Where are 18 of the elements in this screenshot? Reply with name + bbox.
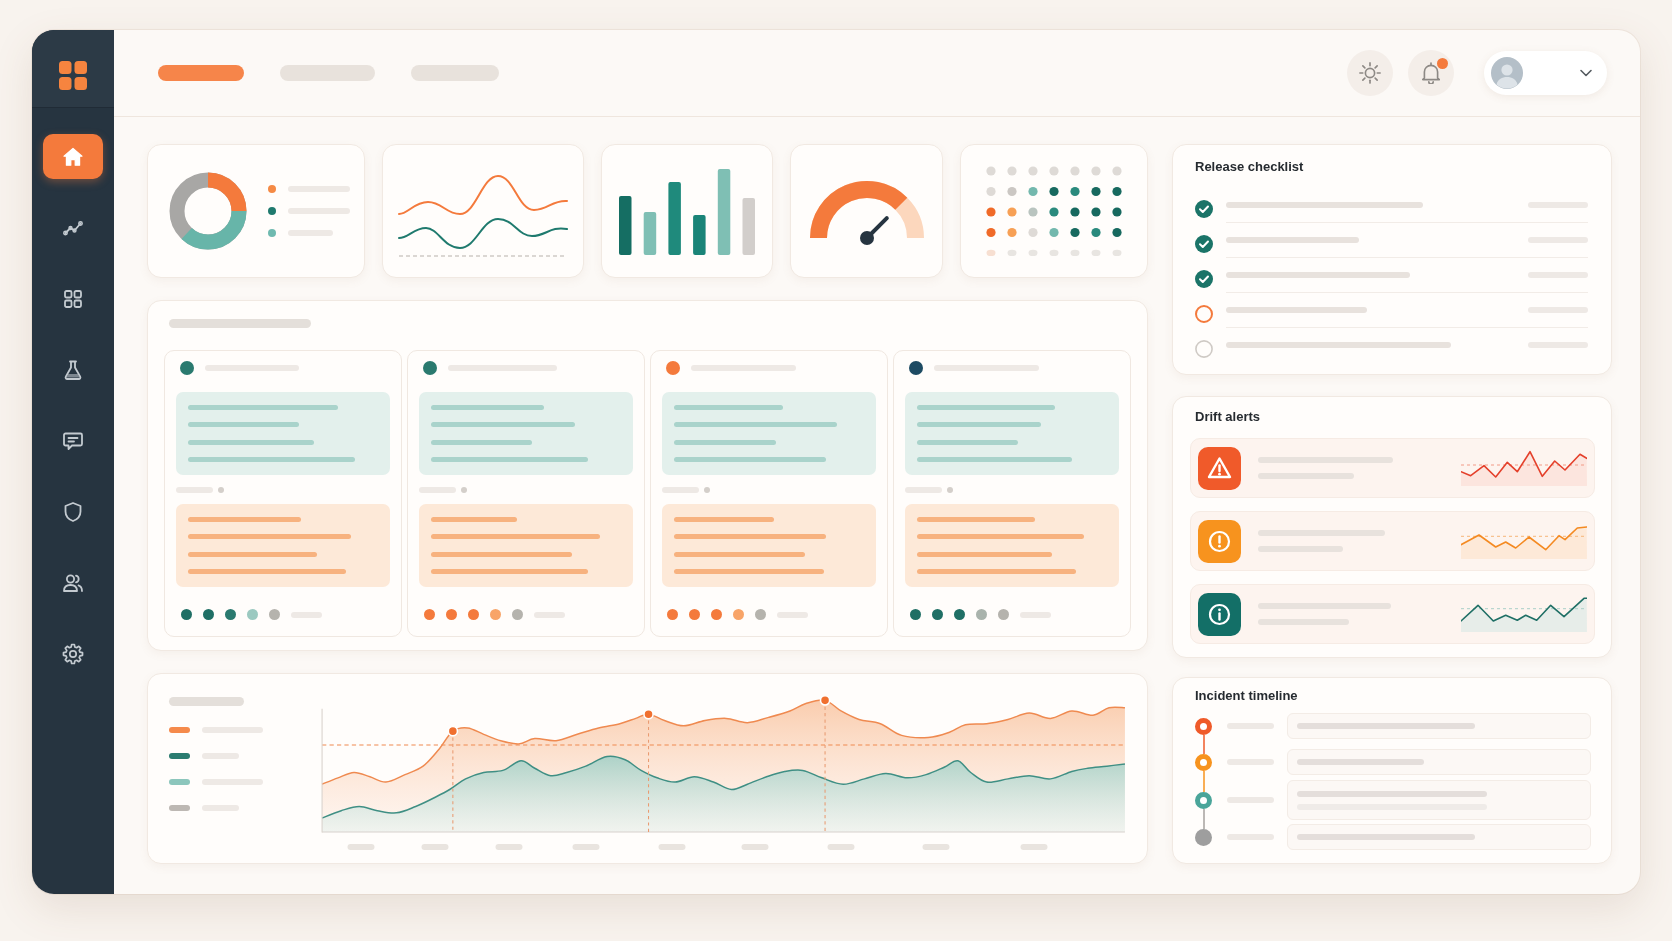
dot-icon — [461, 487, 467, 493]
notifications-button[interactable] — [1408, 50, 1454, 96]
theme-toggle-button[interactable] — [1347, 50, 1393, 96]
panel-title: Release checklist — [1195, 159, 1305, 175]
timeline-connector — [1202, 734, 1205, 754]
logo-icon — [59, 61, 87, 90]
avatar-icon — [1491, 57, 1523, 89]
dot-icon — [218, 487, 224, 493]
panel-title: Incident timeline — [1195, 688, 1299, 704]
settings-icon — [61, 641, 85, 666]
sun-icon — [1359, 62, 1381, 84]
panel-title: Drift alerts — [1195, 409, 1262, 425]
dot-icon — [947, 487, 953, 493]
nav-button[interactable] — [43, 134, 103, 179]
timeline-connector — [1202, 770, 1205, 792]
bell-icon — [1420, 62, 1442, 84]
timeline-connector — [1202, 808, 1205, 829]
dot-icon — [704, 487, 710, 493]
